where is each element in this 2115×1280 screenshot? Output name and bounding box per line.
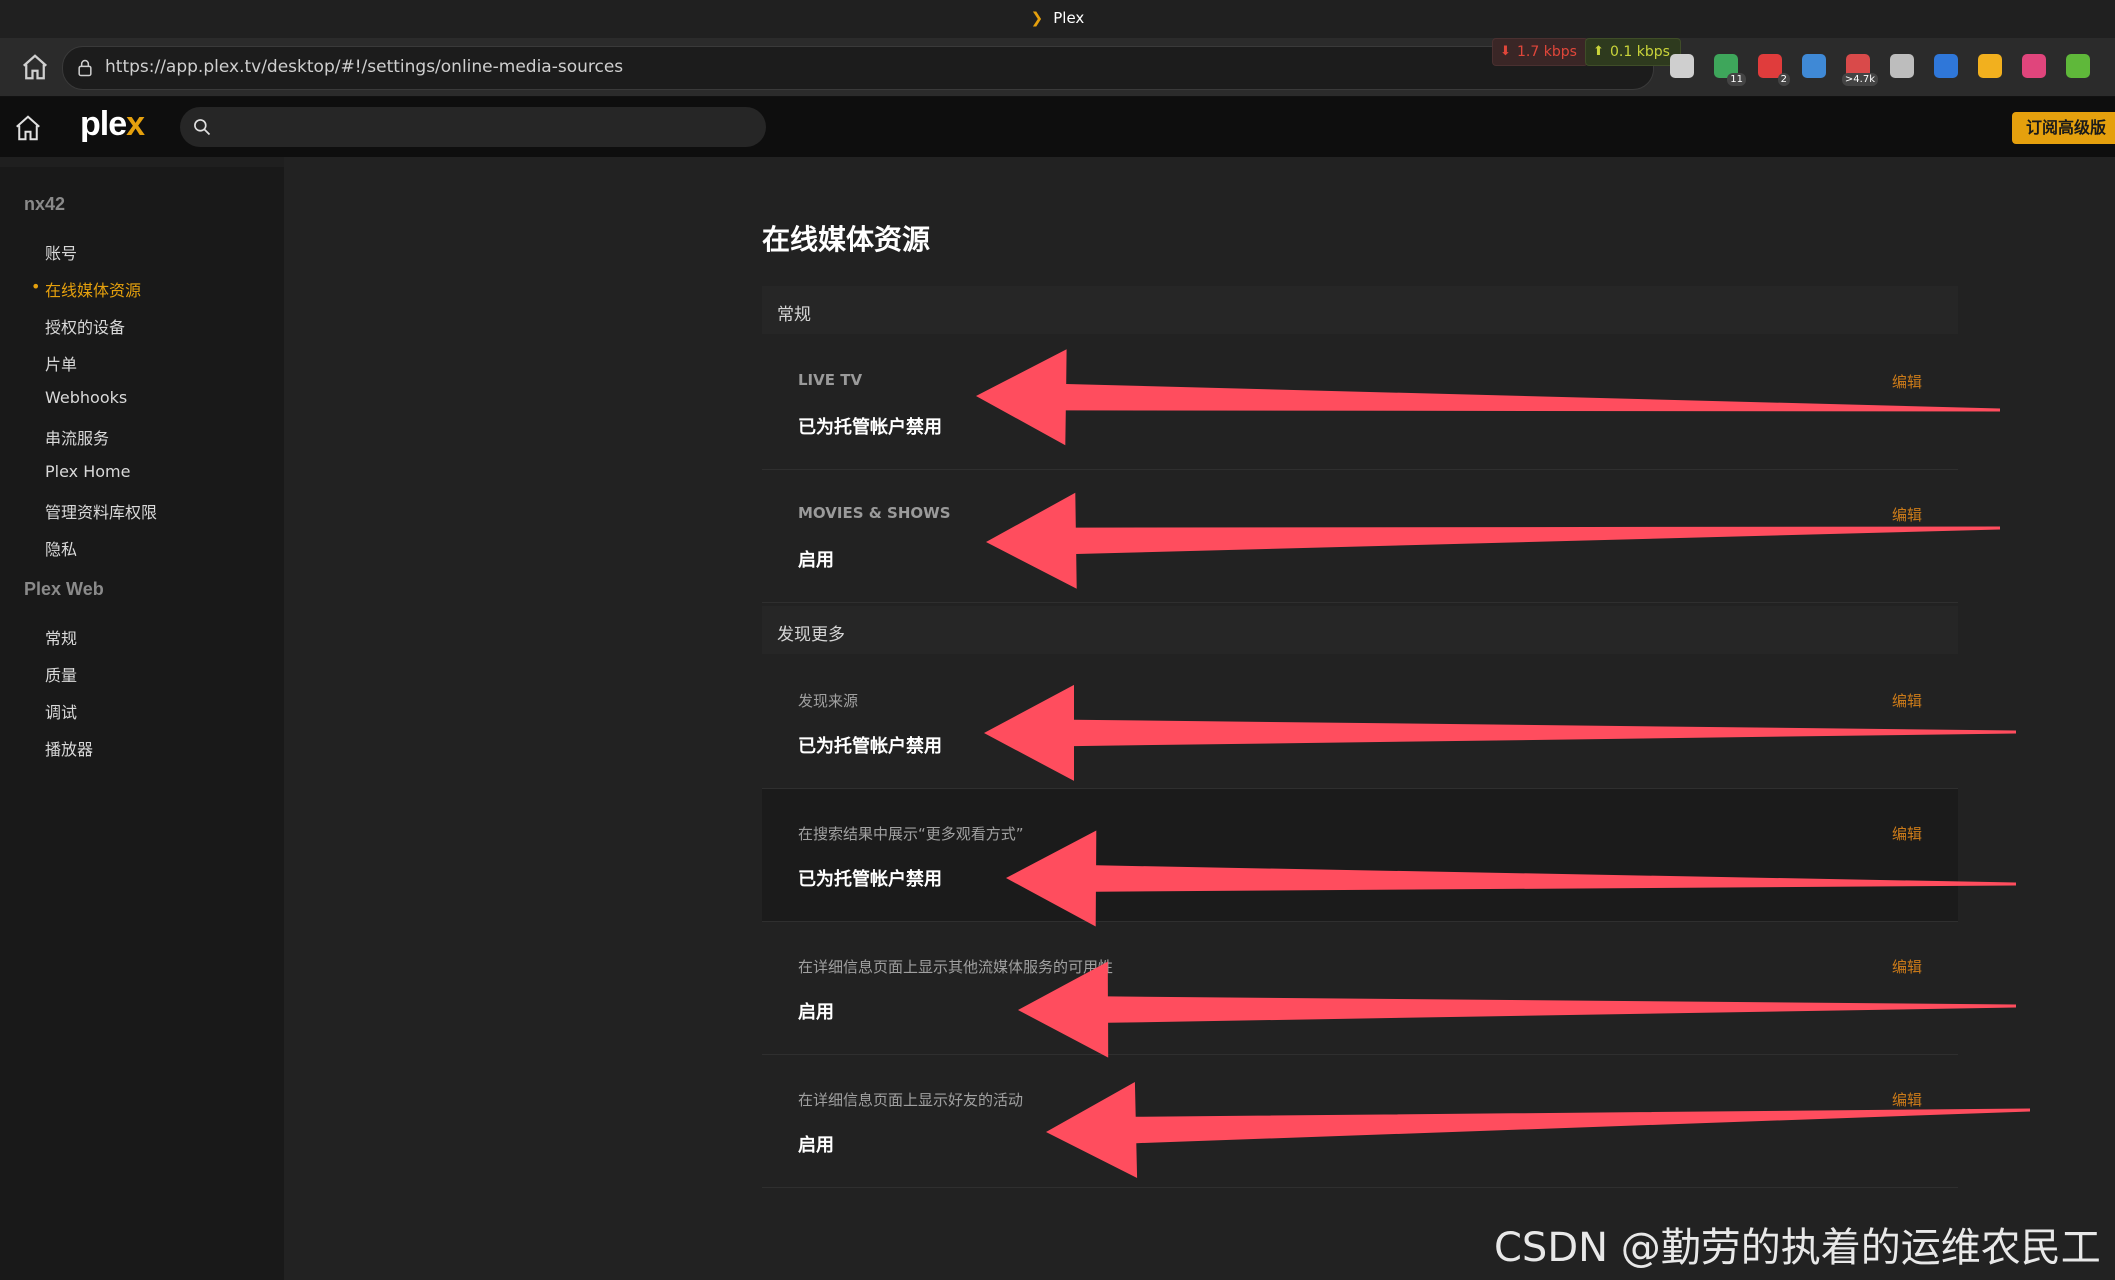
plex-chevron-icon: ❯ (1030, 9, 1044, 27)
mail-icon[interactable]: >4.7k (1841, 54, 1878, 86)
watermark: CSDN @勤劳的执着的运维农民工 (1494, 1225, 2101, 1271)
annotation-arrow-shape (976, 349, 2000, 446)
adblock-icon[interactable]: 2 (1758, 54, 1790, 86)
browser-toolbar: https://app.plex.tv/desktop/#!/settings/… (0, 38, 2115, 97)
download-speed-badge: ⬇ 1.7 kbps (1492, 38, 1588, 66)
annotation-arrow-shape (984, 684, 2016, 781)
sidebar-item-general[interactable]: 常规 (45, 625, 77, 649)
sidebar-item-debug[interactable]: 调试 (45, 699, 77, 723)
chat-icon[interactable]: 11 (1714, 54, 1746, 86)
setting-label: MOVIES & SHOWS (798, 504, 951, 522)
settings-sidebar: nx42 账号 在线媒体资源 授权的设备 片单 Webhooks 串流服务 Pl… (0, 167, 284, 1280)
annotation-arrow-shape (1006, 830, 2016, 927)
subscribe-premium-button[interactable]: 订阅高级版 (2012, 112, 2115, 144)
annotation-arrow (1018, 961, 2016, 1058)
sidebar-item-privacy[interactable]: 隐私 (45, 536, 77, 560)
setting-label: 在搜索结果中展示“更多观看方式” (798, 825, 1024, 843)
sidebar-item-online-media-sources[interactable]: 在线媒体资源 (31, 277, 141, 301)
setting-value: 已为托管帐户禁用 (798, 869, 942, 890)
translate-icon[interactable] (1802, 54, 1826, 78)
section-header-discover-more: 发现更多 (762, 606, 1958, 654)
upload-arrow-icon: ⬆ (1593, 44, 1604, 59)
sidebar-group-account: nx42 (24, 194, 66, 214)
lang-icon[interactable] (2022, 54, 2046, 78)
sidebar-item-streaming-services[interactable]: 串流服务 (45, 425, 109, 449)
setting-value: 启用 (798, 1135, 834, 1156)
setting-label: LIVE TV (798, 371, 863, 389)
annotation-arrow (1006, 830, 2016, 927)
sidebar-item-plex-home[interactable]: Plex Home (45, 462, 130, 481)
annotation-arrow (976, 349, 2000, 446)
search-input[interactable] (180, 107, 766, 147)
setting-label: 在详细信息页面上显示好友的活动 (798, 1091, 1024, 1109)
setting-value: 已为托管帐户禁用 (798, 417, 942, 438)
sidebar-item-library-access[interactable]: 管理资料库权限 (45, 499, 157, 523)
url-text[interactable]: https://app.plex.tv/desktop/#!/settings/… (105, 57, 623, 77)
section-header-general: 常规 (762, 286, 1958, 334)
sidebar-item-quality[interactable]: 质量 (45, 662, 77, 686)
clock-icon[interactable] (1978, 54, 2002, 78)
browser-home-icon[interactable] (20, 52, 50, 82)
extension-badge-count: >4.7k (1841, 73, 1878, 86)
annotation-arrow-shape (1046, 1082, 2030, 1178)
reader-icon[interactable] (1890, 54, 1914, 78)
sidebar-group-plex-web: Plex Web (24, 579, 104, 599)
annotation-arrow (986, 492, 2000, 589)
extension-badge-count: 2 (1777, 73, 1790, 86)
search-icon[interactable] (192, 117, 212, 137)
annotation-arrow-shape (1018, 961, 2016, 1058)
upload-speed-badge: ⬆ 0.1 kbps (1585, 38, 1681, 66)
lock-icon[interactable] (75, 58, 95, 78)
extension-badge-count: 11 (1727, 73, 1746, 86)
sidebar-item-watchlist[interactable]: 片单 (45, 351, 77, 375)
annotation-arrow (984, 684, 2016, 781)
app-home-icon[interactable] (12, 113, 44, 143)
sidebar-item-webhooks[interactable]: Webhooks (45, 388, 127, 407)
leaf-icon[interactable] (2066, 54, 2090, 78)
window-title: ❯ Plex (1030, 9, 1085, 27)
setting-value: 启用 (798, 1002, 834, 1023)
annotation-arrow-shape (986, 492, 2000, 589)
setting-value: 启用 (798, 550, 834, 571)
sidebar-item-player[interactable]: 播放器 (45, 736, 93, 760)
sidebar-item-account[interactable]: 账号 (45, 240, 77, 264)
setting-label: 发现来源 (798, 692, 859, 710)
sidebar-item-authorized-devices[interactable]: 授权的设备 (45, 314, 125, 338)
container-icon[interactable] (1670, 54, 1694, 78)
setting-value: 已为托管帐户禁用 (798, 736, 942, 757)
bookmark-icon[interactable] (1934, 54, 1958, 78)
download-arrow-icon: ⬇ (1500, 44, 1511, 59)
app-header: plex 订阅高级版 (0, 97, 2115, 157)
plex-logo[interactable]: plex (80, 105, 145, 144)
browser-titlebar: ❯ Plex (0, 0, 2115, 38)
annotation-arrow (1046, 1082, 2030, 1178)
address-bar[interactable]: https://app.plex.tv/desktop/#!/settings/… (62, 46, 1654, 90)
page-title: 在线媒体资源 (762, 223, 931, 256)
